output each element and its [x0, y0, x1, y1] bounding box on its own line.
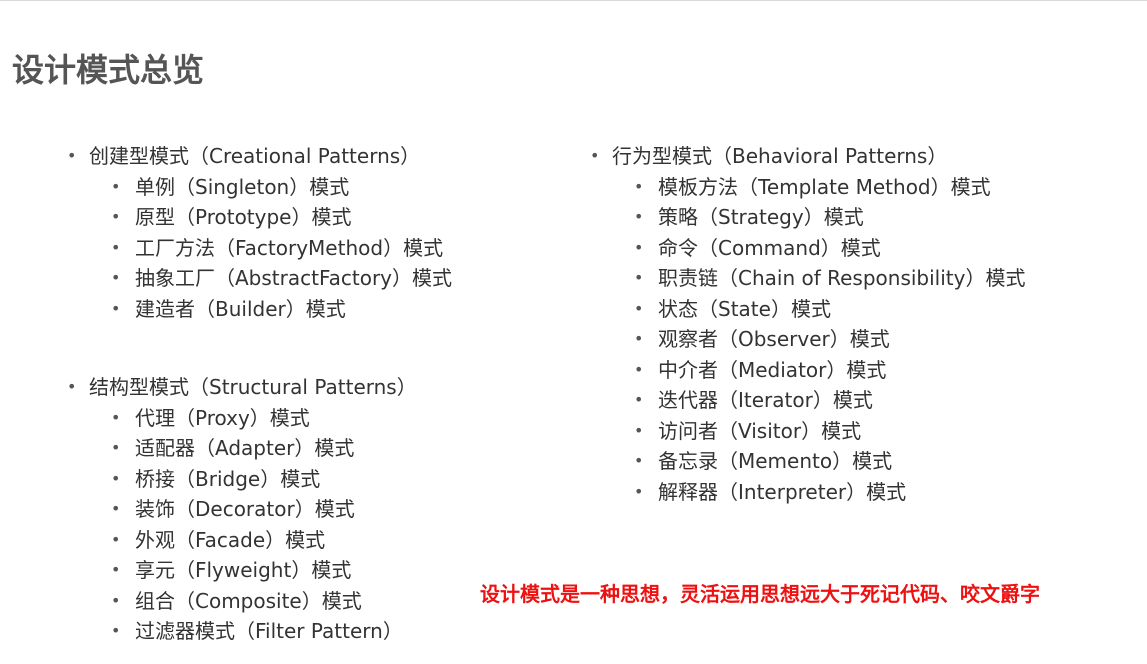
list-item: • 原型（Prototype）模式	[111, 202, 452, 233]
pattern-label: 单例（Singleton）模式	[135, 174, 350, 199]
left-column: • 创建型模式（Creational Patterns） • 单例（Singlet…	[63, 141, 452, 647]
bullet-icon: •	[111, 438, 121, 457]
pattern-label: 抽象工厂（AbstractFactory）模式	[135, 266, 453, 290]
list-item: • 单例（Singleton）模式	[111, 172, 452, 203]
pattern-label: 桥接（Bridge）模式	[135, 466, 321, 491]
pattern-label: 解释器（Interpreter）模式	[658, 479, 907, 504]
list-item: • 代理（Proxy）模式	[111, 403, 452, 434]
pattern-label: 访问者（Visitor）模式	[658, 418, 862, 443]
bullet-icon: •	[111, 590, 121, 610]
bullet-icon: •	[634, 298, 644, 318]
pattern-label: 中介者（Mediator）模式	[658, 357, 887, 382]
page-title: 设计模式总览	[12, 51, 205, 90]
bullet-icon: •	[634, 420, 644, 440]
bullet-icon: •	[111, 407, 121, 427]
list-item: • 状态（State）模式	[634, 294, 1025, 325]
list-item: • 职责链（Chain of Responsibility）模式	[634, 263, 1026, 294]
pattern-list: • 单例（Singleton）模式 • 原型（Prototype）模式 • 工厂方法（…	[89, 172, 452, 325]
pattern-label: 外观（Facade）模式	[135, 527, 326, 552]
bullet-icon: •	[111, 298, 121, 318]
bullet-icon: •	[634, 207, 644, 226]
bullet-icon: •	[111, 207, 121, 226]
pattern-label: 状态（State）模式	[658, 296, 831, 321]
category-label: 创建型模式（Creational Patterns）	[89, 144, 421, 168]
pattern-label: 模板方法（Template Method）模式	[658, 174, 991, 199]
bullet-icon: •	[111, 621, 121, 640]
bullet-icon: •	[111, 468, 121, 488]
bullet-icon: •	[111, 499, 121, 518]
top-divider	[0, 0, 1147, 1]
bullet-icon: •	[111, 268, 121, 287]
list-item: • 观察者（Observer）模式	[634, 324, 1025, 355]
pattern-label: 命令（Command）模式	[658, 235, 881, 260]
pattern-label: 装饰（Decorator）模式	[135, 497, 355, 521]
list-item: • 适配器（Adapter）模式	[111, 433, 452, 464]
bullet-icon: •	[590, 146, 600, 165]
category-behavioral: • 行为型模式（Behavioral Patterns） • 模板方法（Templ…	[586, 141, 1025, 507]
bullet-icon: •	[634, 481, 644, 501]
list-item: • 模板方法（Template Method）模式	[634, 172, 1025, 203]
right-column: • 行为型模式（Behavioral Patterns） • 模板方法（Templ…	[586, 141, 1025, 507]
bullet-icon: •	[634, 176, 644, 196]
bullet-icon: •	[111, 237, 121, 257]
pattern-label: 代理（Proxy）模式	[135, 405, 310, 430]
list-item: • 备忘录（Memento）模式	[634, 446, 1025, 477]
pattern-label: 观察者（Observer）模式	[658, 327, 890, 351]
list-item: • 迭代器（Iterator）模式	[634, 385, 1025, 416]
bullet-icon: •	[67, 146, 77, 165]
pattern-label: 职责链（Chain of Responsibility）模式	[658, 266, 1026, 290]
list-item: • 策略（Strategy）模式	[634, 202, 1025, 233]
bullet-icon: •	[111, 560, 121, 579]
list-item: • 建造者（Builder）模式	[111, 294, 452, 325]
list-item: • 享元（Flyweight）模式	[111, 555, 452, 586]
list-item: • 访问者（Visitor）模式	[634, 416, 1025, 447]
bullet-icon: •	[634, 359, 644, 379]
pattern-list: • 模板方法（Template Method）模式 • 策略（Strategy）模式…	[612, 172, 1025, 508]
list-item: • 抽象工厂（AbstractFactory）模式	[111, 263, 453, 294]
pattern-label: 原型（Prototype）模式	[135, 205, 352, 229]
pattern-label: 策略（Strategy）模式	[658, 205, 864, 229]
list-item: • 外观（Facade）模式	[111, 525, 452, 556]
pattern-label: 建造者（Builder）模式	[135, 296, 346, 321]
pattern-label: 组合（Composite）模式	[135, 588, 362, 613]
list-item: • 命令（Command）模式	[634, 233, 1025, 264]
list-item: • 解释器（Interpreter）模式	[634, 477, 1025, 508]
pattern-label: 备忘录（Memento）模式	[658, 449, 893, 473]
list-item: • 工厂方法（FactoryMethod）模式	[111, 233, 452, 264]
bullet-icon: •	[67, 377, 77, 396]
bullet-icon: •	[634, 237, 644, 257]
bullet-icon: •	[634, 451, 644, 470]
list-item: • 过滤器模式（Filter Pattern）	[111, 616, 452, 647]
bullet-icon: •	[111, 529, 121, 549]
bullet-icon: •	[111, 176, 121, 196]
list-item: • 桥接（Bridge）模式	[111, 464, 452, 495]
pattern-label: 工厂方法（FactoryMethod）模式	[135, 235, 444, 260]
note-text: 设计模式是一种思想，灵活运用思想远大于死记代码、咬文爵字	[480, 582, 1040, 606]
pattern-label: 迭代器（Iterator）模式	[658, 388, 873, 412]
list-item: • 装饰（Decorator）模式	[111, 494, 452, 525]
category-structural: • 结构型模式（Structural Patterns） • 代理（Proxy）模…	[63, 372, 452, 647]
pattern-label: 适配器（Adapter）模式	[135, 436, 355, 460]
bullet-icon: •	[634, 329, 644, 348]
list-item: • 中介者（Mediator）模式	[634, 355, 1025, 386]
category-label: 结构型模式（Structural Patterns）	[89, 375, 417, 399]
bullet-icon: •	[634, 268, 644, 287]
bullet-icon: •	[634, 390, 644, 409]
category-label: 行为型模式（Behavioral Patterns）	[612, 144, 948, 168]
list-item: • 组合（Composite）模式	[111, 586, 452, 617]
pattern-label: 享元（Flyweight）模式	[135, 558, 352, 582]
pattern-label: 过滤器模式（Filter Pattern）	[135, 619, 403, 643]
pattern-list: • 代理（Proxy）模式 • 适配器（Adapter）模式 • 桥接（Bridge）…	[89, 403, 452, 647]
category-creational: • 创建型模式（Creational Patterns） • 单例（Singlet…	[63, 141, 452, 324]
